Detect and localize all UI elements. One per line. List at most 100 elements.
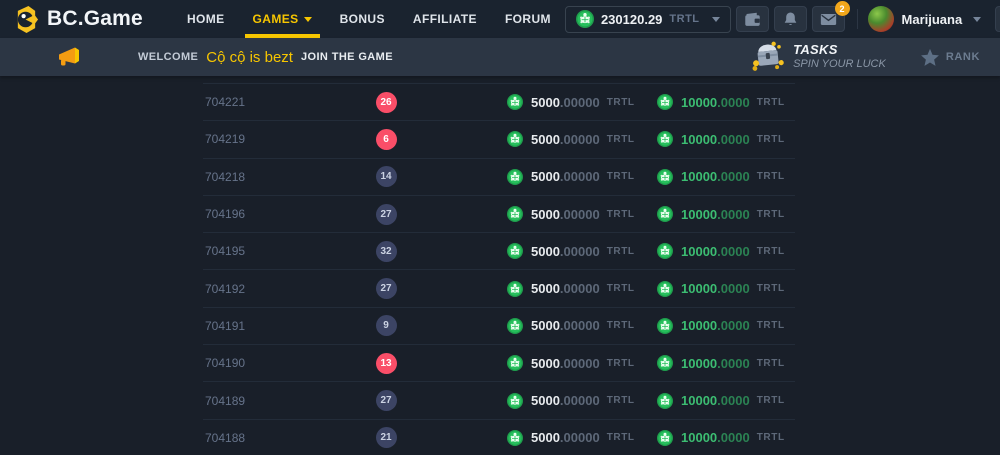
game-id: 704188 — [205, 431, 375, 445]
bet-currency: TRTL — [607, 209, 635, 220]
megaphone-icon — [57, 46, 82, 68]
avatar[interactable] — [868, 6, 894, 32]
win-currency: TRTL — [757, 320, 785, 331]
win-integer: 10000 — [681, 207, 717, 222]
brand-name: BC.Game — [47, 7, 143, 31]
header-right: 230120.29 TRTL 2 Marijuan — [565, 6, 1000, 33]
result-badge: 26 — [376, 92, 397, 113]
result-badge: 9 — [376, 315, 397, 336]
win-currency: TRTL — [757, 97, 785, 108]
win-decimals: .0000 — [717, 393, 750, 408]
bet-decimals: .00000 — [560, 95, 600, 110]
nav-forum[interactable]: FORUM — [491, 0, 565, 38]
bet-decimals: .00000 — [560, 207, 600, 222]
game-id: 704218 — [205, 170, 375, 184]
win-integer: 10000 — [681, 132, 717, 147]
table-row[interactable]: 704190 13 5000.00000 TRTL — [203, 344, 795, 381]
notifications-button[interactable] — [774, 6, 807, 32]
main-nav: HOME GAMES BONUS AFFILIATE FORUM — [173, 0, 565, 38]
trtl-coin-icon — [507, 318, 523, 334]
table-row[interactable]: 704218 14 5000.00000 TRTL — [203, 158, 795, 195]
trtl-coin-icon — [657, 243, 673, 259]
bet-decimals: .00000 — [560, 393, 600, 408]
chat-button[interactable]: 5 — [995, 6, 1000, 32]
table-row[interactable]: 704189 27 5000.00000 TRTL — [203, 381, 795, 418]
trtl-coin-icon — [507, 430, 523, 446]
star-icon — [920, 48, 940, 67]
nav-bonus[interactable]: BONUS — [326, 0, 399, 38]
bet-amount: 5000.00000 TRTL — [507, 131, 657, 147]
win-integer: 10000 — [681, 393, 717, 408]
welcome-suffix: JOIN THE GAME — [301, 51, 393, 63]
balance-currency: TRTL — [669, 13, 699, 25]
brand-logo[interactable]: BC.Game — [14, 5, 143, 34]
win-amount: 10000.0000 TRTL — [657, 393, 785, 409]
result-badge: 13 — [376, 353, 397, 374]
win-decimals: .0000 — [717, 169, 750, 184]
table-row[interactable]: 704195 32 5000.00000 TRTL — [203, 232, 795, 269]
nav-games[interactable]: GAMES — [239, 0, 326, 38]
trtl-coin-icon — [507, 243, 523, 259]
tasks-widget[interactable]: TASKS SPIN YOUR LUCK — [751, 41, 886, 73]
table-row[interactable]: 704219 6 5000.00000 TRTL — [203, 120, 795, 157]
bet-amount: 5000.00000 TRTL — [507, 393, 657, 409]
win-currency: TRTL — [757, 395, 785, 406]
result-cell: 26 — [375, 92, 397, 113]
bet-currency: TRTL — [607, 246, 635, 257]
win-decimals: .0000 — [717, 95, 750, 110]
bet-integer: 5000 — [531, 281, 560, 296]
nav-home[interactable]: HOME — [173, 0, 239, 38]
top-navbar: BC.Game HOME GAMES BONUS AFFILIATE FORUM… — [0, 0, 1000, 38]
result-cell: 27 — [375, 204, 397, 225]
nav-affiliate[interactable]: AFFILIATE — [399, 0, 491, 38]
result-cell: 6 — [375, 129, 397, 150]
balance-selector[interactable]: 230120.29 TRTL — [565, 6, 731, 33]
bet-decimals: .00000 — [560, 244, 600, 259]
table-row[interactable]: 704196 27 5000.00000 TRTL — [203, 195, 795, 232]
trtl-coin-icon — [657, 94, 673, 110]
bet-amount: 5000.00000 TRTL — [507, 94, 657, 110]
bet-decimals: .00000 — [560, 281, 600, 296]
win-currency: TRTL — [757, 134, 785, 145]
trtl-coin-icon — [657, 430, 673, 446]
messages-button[interactable]: 2 — [812, 6, 845, 32]
win-integer: 10000 — [681, 244, 717, 259]
trtl-coin-icon — [507, 281, 523, 297]
bet-currency: TRTL — [607, 97, 635, 108]
announcement-bar: WELCOME Cộ cộ is bezt JOIN THE GAME TASK… — [0, 38, 1000, 76]
bet-decimals: .00000 — [560, 318, 600, 333]
wallet-button[interactable] — [736, 6, 769, 32]
win-amount: 10000.0000 TRTL — [657, 206, 785, 222]
win-currency: TRTL — [757, 171, 785, 182]
rank-label: RANK — [946, 51, 980, 63]
win-decimals: .0000 — [717, 244, 750, 259]
trtl-coin-icon — [657, 169, 673, 185]
bet-integer: 5000 — [531, 393, 560, 408]
bet-amount: 5000.00000 TRTL — [507, 206, 657, 222]
mail-icon — [820, 13, 837, 26]
table-row[interactable]: 704192 27 5000.00000 TRTL — [203, 269, 795, 306]
win-currency: TRTL — [757, 358, 785, 369]
bet-decimals: .00000 — [560, 132, 600, 147]
divider — [857, 9, 858, 29]
trtl-coin-icon — [507, 169, 523, 185]
table-row[interactable]: 704191 9 5000.00000 TRTL — [203, 307, 795, 344]
table-row[interactable]: 704188 21 5000.00000 TRTL — [203, 419, 795, 455]
treasure-chest-icon — [750, 39, 787, 74]
table-row[interactable]: 704221 26 5000.00000 TRTL — [203, 83, 795, 120]
result-badge: 27 — [376, 204, 397, 225]
bell-icon — [783, 11, 798, 27]
bet-currency: TRTL — [607, 320, 635, 331]
welcome-username: Cộ cộ is bezt — [206, 49, 293, 66]
bet-currency: TRTL — [607, 358, 635, 369]
bet-currency: TRTL — [607, 171, 635, 182]
bet-integer: 5000 — [531, 169, 560, 184]
rank-widget[interactable]: RANK — [920, 48, 980, 67]
win-decimals: .0000 — [717, 430, 750, 445]
win-amount: 10000.0000 TRTL — [657, 318, 785, 334]
bet-currency: TRTL — [607, 395, 635, 406]
username[interactable]: Marijuana — [902, 12, 963, 27]
game-id: 704189 — [205, 394, 375, 408]
win-integer: 10000 — [681, 95, 717, 110]
bet-integer: 5000 — [531, 244, 560, 259]
